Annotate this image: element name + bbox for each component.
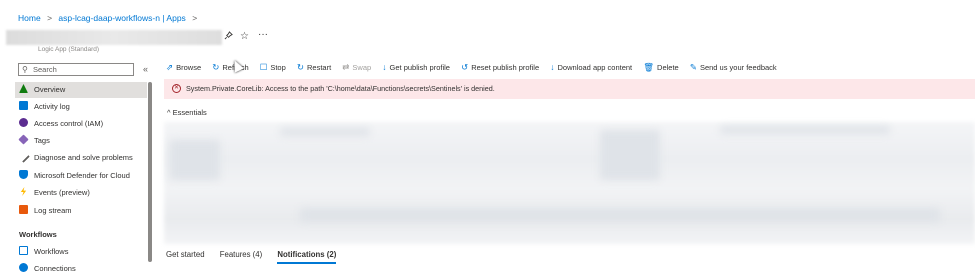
sidebar-item-connections[interactable]: Connections bbox=[15, 261, 147, 272]
log-stream-icon bbox=[19, 205, 28, 214]
sidebar-item-label: Access control (IAM) bbox=[34, 119, 104, 128]
search-placeholder: Search bbox=[33, 65, 57, 74]
browse-button[interactable]: ⇗ Browse bbox=[166, 62, 201, 73]
get-publish-profile-label: Get publish profile bbox=[389, 63, 450, 72]
people-icon bbox=[19, 118, 28, 127]
connections-icon bbox=[19, 263, 28, 272]
tab-notifications[interactable]: Notifications (2) bbox=[277, 250, 337, 264]
sidebar: ⚲ Search « Overview Activity log Access … bbox=[0, 58, 155, 272]
activity-log-icon bbox=[19, 101, 28, 110]
redacted-field bbox=[280, 128, 370, 136]
refresh-icon: ↻ bbox=[212, 62, 220, 72]
collapse-sidebar-icon[interactable]: « bbox=[143, 64, 148, 74]
restart-label: Restart bbox=[307, 63, 332, 72]
delete-label: Delete bbox=[657, 63, 679, 72]
page-title-redacted bbox=[6, 30, 222, 45]
restart-icon: ↻ bbox=[296, 62, 304, 72]
error-message: System.Private.CoreLib: Access to the pa… bbox=[186, 84, 495, 93]
breadcrumb: Home > asp-lcag-daap-workflows-n | Apps … bbox=[18, 13, 201, 23]
delete-button[interactable]: 🗑 Delete bbox=[643, 62, 678, 73]
download-icon: ↓ bbox=[382, 62, 387, 72]
breadcrumb-separator: > bbox=[47, 13, 53, 23]
trash-icon: 🗑 bbox=[643, 62, 655, 72]
breadcrumb-separator: > bbox=[192, 13, 198, 23]
sidebar-search-input[interactable]: ⚲ Search bbox=[18, 63, 134, 76]
sidebar-item-label: Microsoft Defender for Cloud bbox=[34, 171, 130, 180]
browse-icon: ⇗ bbox=[166, 62, 174, 72]
feedback-icon: ✎ bbox=[689, 62, 697, 72]
workflow-icon bbox=[19, 246, 28, 255]
sidebar-item-label: Diagnose and solve problems bbox=[34, 153, 133, 162]
essentials-toggle[interactable]: ^ Essentials bbox=[167, 108, 207, 117]
essentials-panel-redacted bbox=[164, 122, 975, 244]
stop-button[interactable]: ☐ Stop bbox=[260, 62, 286, 73]
lightning-icon bbox=[20, 187, 27, 196]
download-app-content-label: Download app content bbox=[557, 63, 633, 72]
restart-button[interactable]: ↻ Restart bbox=[297, 62, 331, 73]
feedback-button[interactable]: ✎ Send us your feedback bbox=[690, 62, 777, 73]
chevron-up-icon: ^ bbox=[167, 108, 171, 117]
essentials-label: Essentials bbox=[172, 108, 207, 117]
sidebar-item-label: Events (preview) bbox=[34, 188, 90, 197]
sidebar-item-label: Connections bbox=[34, 264, 76, 272]
sidebar-item-access-control[interactable]: Access control (IAM) bbox=[15, 116, 147, 132]
browse-label: Browse bbox=[176, 63, 202, 72]
favorite-star-icon[interactable]: ☆ bbox=[240, 31, 249, 42]
sidebar-item-label: Overview bbox=[34, 85, 66, 94]
feedback-label: Send us your feedback bbox=[699, 63, 777, 72]
pin-icon[interactable] bbox=[224, 31, 233, 43]
redacted-field bbox=[720, 126, 890, 134]
wrench-icon bbox=[17, 150, 30, 163]
sidebar-item-defender[interactable]: Microsoft Defender for Cloud bbox=[15, 168, 147, 184]
sidebar-item-activity-log[interactable]: Activity log bbox=[15, 99, 147, 115]
sidebar-scrollbar[interactable] bbox=[148, 82, 152, 262]
sidebar-item-log-stream[interactable]: Log stream bbox=[15, 203, 147, 219]
error-banner: ✕ System.Private.CoreLib: Access to the … bbox=[164, 79, 975, 99]
stop-label: Stop bbox=[270, 63, 286, 72]
download-icon: ↓ bbox=[550, 62, 555, 72]
tab-get-started[interactable]: Get started bbox=[166, 250, 205, 259]
sidebar-section-workflows: Workflows bbox=[19, 230, 57, 239]
sidebar-item-label: Log stream bbox=[34, 206, 72, 215]
breadcrumb-resource[interactable]: asp-lcag-daap-workflows-n | Apps bbox=[58, 13, 185, 23]
sidebar-item-label: Workflows bbox=[34, 247, 69, 256]
error-icon: ✕ bbox=[172, 84, 181, 93]
sidebar-item-label: Activity log bbox=[34, 102, 70, 111]
reset-publish-profile-label: Reset publish profile bbox=[471, 63, 540, 72]
search-icon: ⚲ bbox=[22, 65, 28, 74]
more-options-icon[interactable]: ··· bbox=[258, 29, 268, 40]
get-publish-profile-button[interactable]: ↓ Get publish profile bbox=[382, 62, 450, 72]
sidebar-item-label: Tags bbox=[34, 136, 50, 145]
title-row: ☆ ··· bbox=[0, 28, 975, 48]
overview-icon bbox=[19, 84, 28, 93]
sidebar-item-tags[interactable]: Tags bbox=[15, 133, 147, 149]
command-bar: ⇗ Browse ↻ Refresh ☐ Stop ↻ Restart ⇄ Swap ↓ G… bbox=[166, 62, 786, 78]
stop-icon: ☐ bbox=[259, 62, 268, 72]
sidebar-item-events[interactable]: Events (preview) bbox=[15, 185, 147, 201]
swap-icon: ⇄ bbox=[342, 62, 350, 72]
swap-button[interactable]: ⇄ Swap bbox=[342, 62, 371, 73]
tab-features[interactable]: Features (4) bbox=[220, 250, 262, 259]
swap-label: Swap bbox=[352, 63, 372, 72]
sidebar-item-workflows[interactable]: Workflows bbox=[15, 244, 147, 260]
reset-publish-profile-button[interactable]: ↺ Reset publish profile bbox=[461, 62, 539, 73]
download-app-content-button[interactable]: ↓ Download app content bbox=[550, 62, 632, 72]
redacted-field bbox=[170, 140, 220, 180]
resource-type-subtitle: Logic App (Standard) bbox=[38, 46, 100, 53]
redacted-field bbox=[300, 208, 940, 222]
undo-icon: ↺ bbox=[461, 62, 469, 72]
breadcrumb-home[interactable]: Home bbox=[18, 13, 41, 23]
tag-icon bbox=[18, 134, 29, 145]
tab-strip: Get started Features (4) Notifications (… bbox=[166, 250, 349, 272]
shield-icon bbox=[19, 170, 28, 179]
redacted-field bbox=[600, 130, 660, 180]
sidebar-item-diagnose[interactable]: Diagnose and solve problems bbox=[15, 150, 147, 166]
sidebar-item-overview[interactable]: Overview bbox=[15, 82, 147, 98]
